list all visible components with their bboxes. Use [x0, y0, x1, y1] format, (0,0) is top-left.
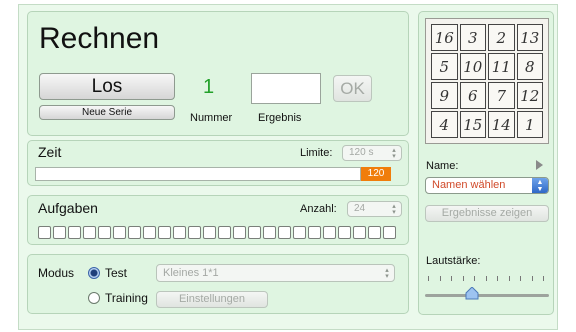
task-box: [113, 226, 126, 239]
task-box: [293, 226, 306, 239]
volume-tick: [451, 276, 452, 281]
time-progress-value: 120: [361, 167, 391, 181]
volume-tick: [508, 276, 510, 281]
limit-select[interactable]: 120 s ▴ ▾: [342, 145, 402, 161]
magic-square-cell: 8: [516, 53, 543, 80]
volume-tick: [485, 276, 487, 281]
result-input[interactable]: [251, 73, 321, 104]
result-label: Ergebnis: [258, 112, 302, 124]
count-select[interactable]: 24 ▴ ▾: [347, 201, 402, 217]
volume-tick: [462, 276, 464, 281]
training-radio[interactable]: [88, 292, 100, 304]
task-box: [368, 226, 381, 239]
volume-tick: [428, 276, 429, 281]
magic-square-image: 16 3 2 13 5 10 11 8 9 6 7 12 4 15 14 1: [425, 18, 549, 144]
task-box: [158, 226, 171, 239]
magic-square-cell: 7: [488, 82, 515, 109]
task-box: [323, 226, 336, 239]
task-box: [38, 226, 51, 239]
ok-button[interactable]: OK: [333, 75, 372, 102]
mode-label: Modus: [38, 266, 75, 280]
play-triangle-icon[interactable]: [536, 160, 543, 170]
magic-square-cell: 12: [516, 82, 543, 109]
name-select[interactable]: Namen wählen ▲ ▼: [425, 177, 549, 194]
go-button[interactable]: Los: [39, 73, 175, 100]
time-title: Zeit: [38, 144, 62, 160]
volume-slider-thumb[interactable]: [465, 286, 479, 300]
task-box: [218, 226, 231, 239]
mode-panel: Modus Test Kleines 1*1 ▴ ▾ Training Einst…: [27, 254, 409, 314]
task-box: [338, 226, 351, 239]
side-panel: 16 3 2 13 5 10 11 8 9 6 7 12 4 15 14 1 Name: Namen wähl…: [418, 11, 554, 315]
tasks-panel: Aufgaben Anzahl: 24 ▴ ▾: [27, 195, 409, 245]
calc-panel: Rechnen Los Neue Serie 1 Nummer Ergebnis…: [27, 11, 409, 136]
magic-square-cell: 15: [459, 111, 486, 138]
new-series-button[interactable]: Neue Serie: [39, 105, 175, 120]
name-select-value: Namen wählen: [432, 179, 506, 191]
number-value: 1: [203, 76, 215, 98]
task-box: [233, 226, 246, 239]
volume-ticks: [428, 276, 544, 282]
magic-square-cell: 9: [431, 82, 458, 109]
magic-square-cell: 1: [516, 111, 543, 138]
magic-square-cell: 4: [431, 111, 458, 138]
task-box: [263, 226, 276, 239]
limit-label: Limite:: [300, 147, 333, 159]
magic-square-cell: 6: [459, 82, 486, 109]
name-label: Name:: [426, 160, 459, 172]
limit-select-value: 120 s: [349, 147, 374, 158]
task-box: [188, 226, 201, 239]
magic-square-grid: 16 3 2 13 5 10 11 8 9 6 7 12 4 15 14 1: [430, 23, 544, 139]
exercise-select-value: Kleines 1*1: [163, 267, 219, 279]
magic-square-cell: 5: [431, 53, 458, 80]
task-box: [248, 226, 261, 239]
volume-tick: [543, 276, 544, 281]
settings-button[interactable]: Einstellungen: [156, 291, 268, 308]
magic-square-cell: 13: [516, 24, 543, 51]
app-window: Rechnen Los Neue Serie 1 Nummer Ergebnis…: [18, 4, 558, 330]
task-box: [128, 226, 141, 239]
volume-tick: [531, 276, 533, 281]
task-box: [203, 226, 216, 239]
page-title: Rechnen: [39, 22, 160, 55]
tasks-title: Aufgaben: [38, 200, 98, 216]
number-label: Nummer: [190, 112, 233, 124]
time-panel: Zeit Limite: 120 s ▴ ▾ 120: [27, 140, 409, 186]
task-box: [383, 226, 396, 239]
task-box: [278, 226, 291, 239]
stepper-icon: ▴ ▾: [392, 203, 396, 216]
volume-label: Lautstärke:: [426, 255, 481, 267]
task-box: [53, 226, 66, 239]
exercise-select[interactable]: Kleines 1*1 ▴ ▾: [156, 264, 395, 282]
task-box: [308, 226, 321, 239]
task-box: [68, 226, 81, 239]
select-arrows-icon: ▲ ▼: [532, 178, 548, 193]
task-box: [83, 226, 96, 239]
stepper-icon: ▴ ▾: [392, 147, 396, 160]
magic-square-cell: 10: [459, 53, 486, 80]
test-label[interactable]: Test: [105, 266, 127, 280]
test-radio[interactable]: [88, 267, 100, 279]
task-box: [143, 226, 156, 239]
task-box: [173, 226, 186, 239]
volume-tick: [474, 276, 475, 281]
magic-square-cell: 3: [459, 24, 486, 51]
volume-tick: [520, 276, 521, 281]
count-label: Anzahl:: [300, 203, 337, 215]
magic-square-cell: 16: [431, 24, 458, 51]
task-boxes: [38, 226, 398, 239]
volume-tick: [439, 276, 441, 281]
count-select-value: 24: [354, 203, 366, 214]
time-progress-track: [35, 167, 361, 181]
volume-tick: [497, 276, 498, 281]
task-box: [98, 226, 111, 239]
stepper-icon: ▴ ▾: [385, 267, 389, 280]
volume-slider-track[interactable]: [425, 294, 549, 297]
magic-square-cell: 14: [488, 111, 515, 138]
magic-square-cell: 11: [488, 53, 515, 80]
show-results-button[interactable]: Ergebnisse zeigen: [425, 205, 549, 222]
task-box: [353, 226, 366, 239]
magic-square-cell: 2: [488, 24, 515, 51]
training-label[interactable]: Training: [105, 291, 148, 305]
